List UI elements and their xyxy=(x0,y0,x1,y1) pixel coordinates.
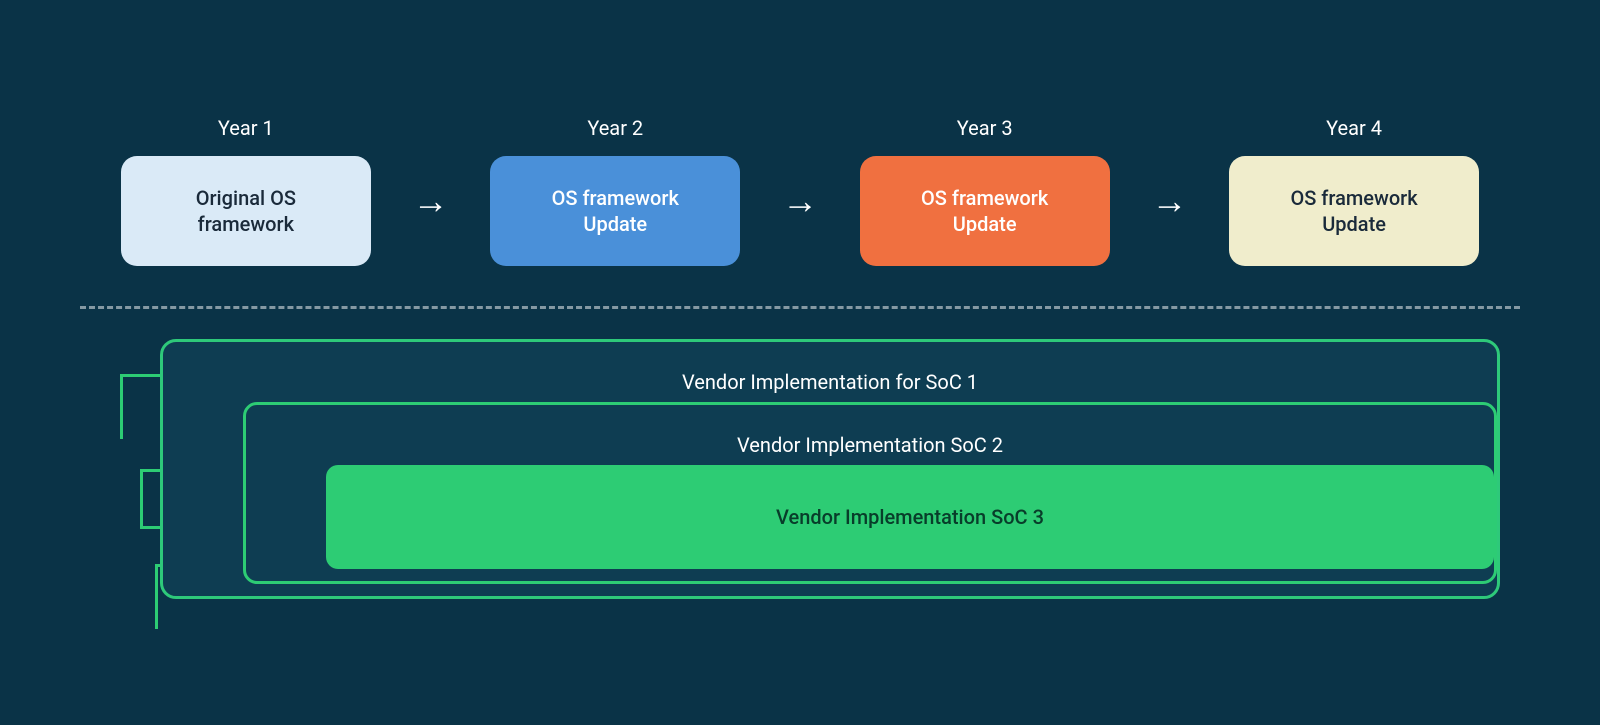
bracket-h-line-2 xyxy=(140,469,160,472)
year-4-box-text: OS frameworkUpdate xyxy=(1290,185,1417,237)
soc1-label: Vendor Implementation for SoC 1 xyxy=(163,342,1497,402)
year-2-box-text: OS frameworkUpdate xyxy=(552,185,679,237)
arrow-1: → xyxy=(413,183,449,219)
soc2-box: Vendor Implementation SoC 2 Vendor Imple… xyxy=(243,402,1497,584)
soc1-box: Vendor Implementation for SoC 1 Vendor I… xyxy=(160,339,1500,599)
timeline-section: Year 1 Original OSframework → Year 2 OS … xyxy=(60,96,1540,296)
bracket-v-line-1 xyxy=(120,374,123,439)
year-2-label: Year 2 xyxy=(587,116,643,140)
soc2-padding-bottom xyxy=(246,569,1494,581)
bracket-v-line-3 xyxy=(155,564,158,629)
bracket-v-line-2 xyxy=(140,469,143,529)
bracket-h-line-2b xyxy=(140,526,160,529)
soc3-box: Vendor Implementation SoC 3 xyxy=(326,465,1494,569)
bracket-lines xyxy=(100,339,160,599)
dashed-divider xyxy=(80,306,1520,309)
year-1-box-text: Original OSframework xyxy=(196,185,296,237)
bracket-h-line-1 xyxy=(120,374,160,377)
year-4-box: OS frameworkUpdate xyxy=(1229,156,1479,266)
year-4-column: Year 4 OS frameworkUpdate xyxy=(1229,116,1479,266)
year-4-label: Year 4 xyxy=(1326,116,1382,140)
vendor-bracket-area: Vendor Implementation for SoC 1 Vendor I… xyxy=(100,339,1500,599)
year-1-box: Original OSframework xyxy=(121,156,371,266)
arrow-3: → xyxy=(1151,183,1187,219)
vendor-section: Vendor Implementation for SoC 1 Vendor I… xyxy=(60,319,1540,629)
year-3-label: Year 3 xyxy=(957,116,1013,140)
year-2-box: OS frameworkUpdate xyxy=(490,156,740,266)
year-2-column: Year 2 OS frameworkUpdate xyxy=(490,116,740,266)
soc3-label: Vendor Implementation SoC 3 xyxy=(326,465,1494,569)
soc2-label: Vendor Implementation SoC 2 xyxy=(246,405,1494,465)
year-3-box: OS frameworkUpdate xyxy=(860,156,1110,266)
year-1-label: Year 1 xyxy=(218,116,274,140)
vendors-stacked: Vendor Implementation for SoC 1 Vendor I… xyxy=(160,339,1500,599)
year-1-column: Year 1 Original OSframework xyxy=(121,116,371,266)
diagram-container: Year 1 Original OSframework → Year 2 OS … xyxy=(60,96,1540,629)
year-3-box-text: OS frameworkUpdate xyxy=(921,185,1048,237)
year-3-column: Year 3 OS frameworkUpdate xyxy=(860,116,1110,266)
arrow-2: → xyxy=(782,183,818,219)
soc1-padding-bottom xyxy=(163,584,1497,596)
